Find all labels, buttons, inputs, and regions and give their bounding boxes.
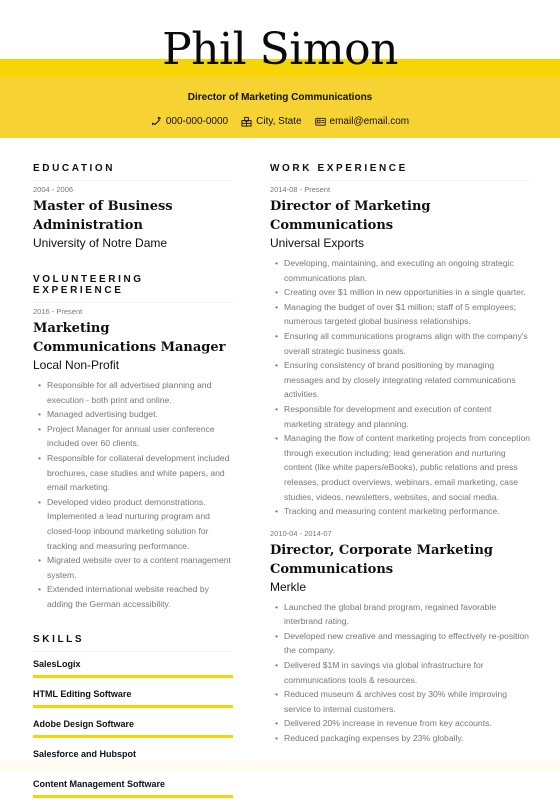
skill-name: HTML Editing Software [33,688,132,699]
skill-name: SalesLogix [33,658,81,669]
volunteering-heading: VOLUNTEERING EXPERIENCE [33,274,233,303]
candidate-title: Director of Marketing Communications [187,92,373,103]
location-text: City, State [256,116,302,127]
volunteering-bullets: Responsible for all advertised planning … [33,378,233,612]
phone-number: 000-000-0000 [165,116,229,127]
skill-item: Content Management Software [33,776,233,798]
volunteering-role: Marketing Communications Manager [33,321,226,355]
contact-phone: 000-000-0000 [151,116,228,127]
bullet-item: Project Manager for annual user conferen… [38,422,233,451]
skill-level-fill [33,734,233,738]
skill-level-fill [33,704,233,708]
skill-name: Content Management Software [33,778,166,789]
bullet-item: Responsible for development and executio… [275,402,530,431]
skill-item: HTML Editing Software [33,686,233,708]
footer-band [0,761,560,770]
bullet-item: Ensuring all communications programs ali… [275,329,530,358]
job-entry: 2014-08 - Present Director of Marketing … [270,185,530,519]
candidate-name: Phil Simon [162,24,398,75]
job-bullets: Launched the global brand program, regai… [270,600,530,746]
skill-level-bar [33,674,233,678]
header-band [0,77,560,138]
skill-name: Adobe Design Software [33,718,135,729]
skill-name: Salesforce and Hubspot [33,748,137,759]
job-company: Universal Exports [270,236,365,250]
contact-location: City, State [241,116,302,127]
building-icon [241,116,252,127]
skills-section: SKILLS SalesLogix HTML Editing Software … [33,634,233,798]
bullet-item: Extended international website reached b… [38,582,233,611]
education-degree: Master of Business Administration [33,199,173,233]
job-title: Director, Corporate Marketing Communicat… [270,542,494,577]
bullet-item: Tracking and measuring content marketing… [275,504,530,519]
skill-level-fill [33,794,233,798]
phone-icon [151,116,161,126]
skill-level-bar [33,734,233,738]
job-entry: 2010-04 - 2014-07 Director, Corporate Ma… [270,529,530,746]
education-section: EDUCATION 2004 - 2006 Master of Business… [33,163,233,252]
skill-item: SalesLogix [33,656,233,678]
job-dates: 2014-08 - Present [270,185,331,194]
education-school: University of Notre Dame [33,236,168,250]
mail-icon [314,117,326,126]
bullet-item: Delivered 20% increase in revenue from k… [275,716,530,731]
job-dates: 2010-04 - 2014-07 [270,528,332,538]
bullet-item: Creating over $1 million in new opportun… [275,285,530,300]
bullet-item: Developed new creative and messaging to … [275,629,530,658]
bullet-item: Developing, maintaining, and executing a… [275,256,530,285]
right-column: WORK EXPERIENCE 2014-08 - Present Direct… [270,163,530,746]
job-title: Director of Marketing Communications [270,199,431,233]
job-bullets: Developing, maintaining, and executing a… [270,256,530,519]
bullet-item: Managing the flow of content marketing p… [275,431,530,504]
left-column: EDUCATION 2004 - 2006 Master of Business… [33,163,233,806]
education-heading: EDUCATION [33,163,233,181]
bullet-item: Reduced packaging expenses by 23% global… [275,731,530,746]
contact-info: 000-000-0000 City, State email@email.com [0,116,560,127]
skill-level-bar [33,704,233,708]
work-section: WORK EXPERIENCE 2014-08 - Present Direct… [270,163,530,746]
bullet-item: Managing the budget of over $1 million; … [275,300,530,329]
bullet-item: Launched the global brand program, regai… [275,600,530,629]
bullet-item: Ensuring consistency of brand positionin… [275,358,530,402]
skill-level-fill [33,674,233,678]
volunteering-org: Local Non-Profit [33,358,120,372]
work-heading: WORK EXPERIENCE [270,163,530,181]
education-dates: 2004 - 2006 [33,185,74,194]
skills-heading: SKILLS [33,634,233,652]
skill-item: Adobe Design Software [33,716,233,738]
bullet-item: Developed video product demonstrations. … [38,495,233,553]
bullet-item: Managed advertising budget. [38,407,233,422]
bullet-item: Responsible for collateral development i… [38,451,233,495]
bullet-item: Migrated website over to a content manag… [38,553,233,582]
volunteering-dates: 2016 - Present [33,307,83,316]
bullet-item: Delivered $1M in savings via global infr… [275,658,530,687]
bullet-item: Reduced museum & archives cost by 30% wh… [275,687,530,716]
job-company: Merkle [270,579,307,594]
contact-email: email@email.com [314,116,410,127]
email-text[interactable]: email@email.com [330,116,410,127]
skill-level-bar [33,794,233,798]
bullet-item: Responsible for all advertised planning … [38,378,233,407]
volunteering-section: VOLUNTEERING EXPERIENCE 2016 - Present M… [33,274,233,612]
